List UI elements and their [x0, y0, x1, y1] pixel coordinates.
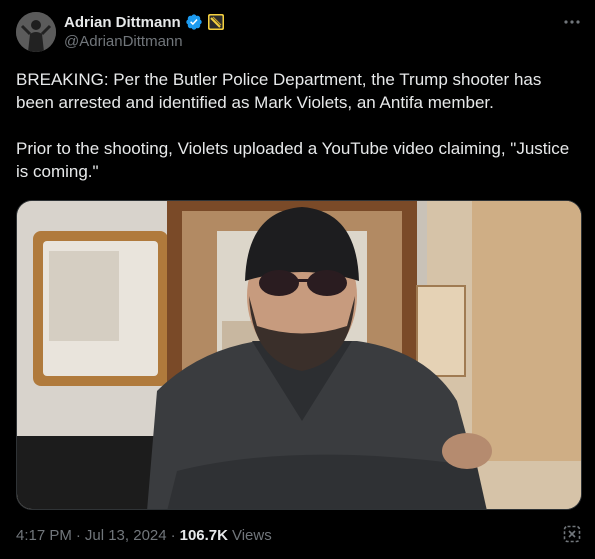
tweet-date[interactable]: Jul 13, 2024 [85, 527, 167, 544]
media-photo [17, 201, 581, 509]
verified-badge-icon[interactable] [185, 13, 203, 31]
grok-button[interactable] [561, 523, 583, 545]
meta-separator-dot: · [170, 526, 176, 544]
meta-separator-dot: · [75, 526, 81, 544]
more-options-button[interactable] [560, 12, 584, 32]
tweet-paragraph: Prior to the shooting, Violets uploaded … [16, 139, 570, 181]
tweet-paragraph: BREAKING: Per the Butler Police Departme… [16, 70, 542, 112]
more-options-icon [564, 20, 580, 24]
views-count: 106.7K [179, 526, 228, 544]
affiliate-badge-icon[interactable] [207, 13, 225, 31]
views-label: Views [231, 526, 272, 544]
avatar-image [16, 12, 56, 52]
author-name-row: Adrian Dittmann [64, 12, 225, 32]
tweet: Adrian Dittmann @AdrianDittmann BREAKING… [0, 0, 595, 559]
author-display-name[interactable]: Adrian Dittmann [64, 14, 181, 31]
author-handle[interactable]: @AdrianDittmann [64, 33, 183, 50]
tweet-meta: 4:17 PM · Jul 13, 2024 · 106.7K Views [16, 525, 272, 545]
avatar[interactable] [16, 12, 56, 52]
grok-icon [563, 525, 581, 543]
tweet-time[interactable]: 4:17 PM [16, 527, 72, 544]
tweet-text: BREAKING: Per the Butler Police Departme… [16, 68, 576, 183]
tweet-media-image[interactable] [16, 200, 582, 510]
